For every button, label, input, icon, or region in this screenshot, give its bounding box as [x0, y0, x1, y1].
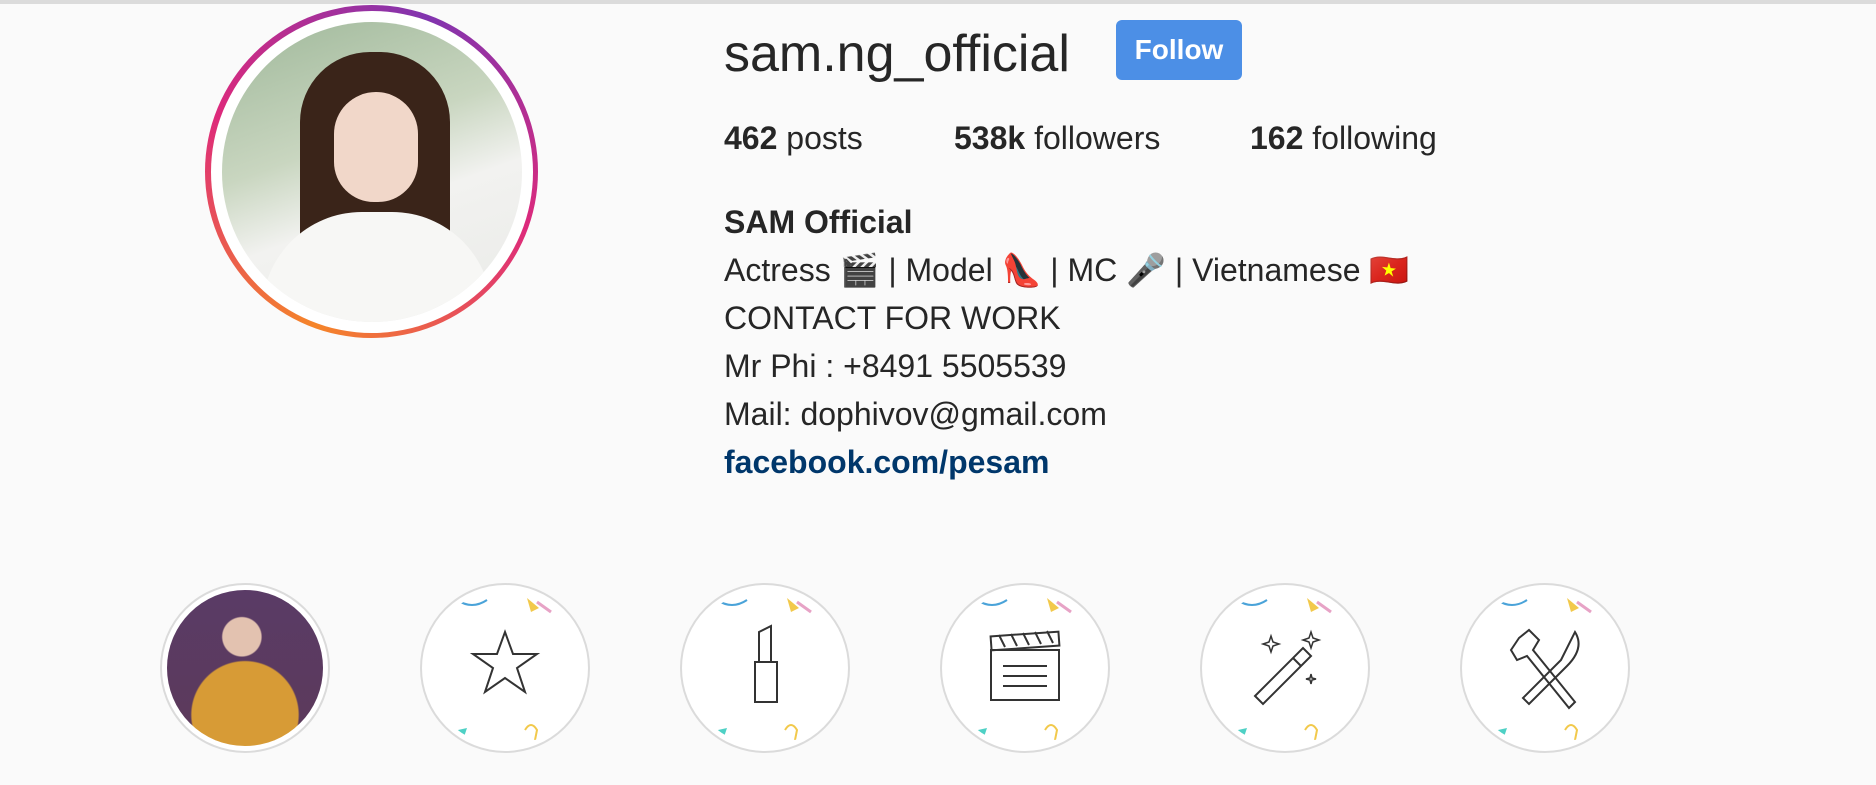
highlight-2-cover [427, 590, 583, 746]
bio-phone: Mr Phi : +8491 5505539 [724, 348, 1067, 384]
avatar-face [333, 91, 418, 202]
lipstick-icon [709, 598, 812, 741]
top-border [0, 0, 1876, 4]
highlight-4-cover [947, 590, 1103, 746]
star-icon [449, 598, 552, 741]
bio-contact-heading: CONTACT FOR WORK [724, 300, 1061, 336]
highlight-1-label [160, 773, 330, 785]
avatar-frame [210, 10, 533, 333]
highlight-2[interactable] [420, 583, 590, 753]
highlight-6-cover [1467, 590, 1623, 746]
posts-stat[interactable]: 462 posts [724, 118, 863, 158]
avatar-shirt [261, 211, 492, 322]
followers-count: 538k [954, 120, 1026, 156]
follow-button[interactable]: Follow [1116, 20, 1242, 80]
highlight-5-cover [1207, 590, 1363, 746]
magic-wand-icon [1229, 598, 1332, 741]
bio-email: Mail: dophivov@gmail.com [724, 396, 1107, 432]
highlight-3-label [680, 773, 850, 785]
posts-count: 462 [724, 120, 778, 156]
story-highlights [160, 583, 1760, 784]
highlight-3[interactable] [680, 583, 850, 753]
fork-knife-icon [1489, 598, 1592, 741]
profile-username: sam.ng_official [724, 25, 1070, 83]
following-label: following [1312, 120, 1437, 156]
bio-name: SAM Official [724, 204, 913, 240]
bio-roles: Actress 🎬 | Model 👠 | MC 🎤 | Vietnamese … [724, 252, 1410, 288]
highlight-4[interactable] [940, 583, 1110, 753]
highlight-5-label [1200, 773, 1370, 785]
highlight-1[interactable] [160, 583, 330, 753]
clapperboard-icon [969, 598, 1072, 741]
avatar-photo [221, 21, 522, 322]
highlight-5[interactable] [1200, 583, 1370, 753]
highlight-3-cover [687, 590, 843, 746]
highlight-photo [167, 590, 323, 746]
posts-label: posts [786, 120, 863, 156]
following-stat[interactable]: 162 following [1250, 118, 1437, 158]
highlight-2-label [420, 773, 590, 785]
profile-avatar[interactable] [205, 5, 538, 338]
following-count: 162 [1250, 120, 1304, 156]
bio-external-link[interactable]: facebook.com/pesam [724, 438, 1409, 486]
highlight-6-label [1460, 773, 1630, 785]
followers-label: followers [1034, 120, 1161, 156]
highlight-4-label [940, 773, 1110, 785]
followers-stat[interactable]: 538k followers [954, 118, 1160, 158]
profile-bio: SAM Official Actress 🎬 | Model 👠 | MC 🎤 … [724, 198, 1409, 486]
highlight-6[interactable] [1460, 583, 1630, 753]
